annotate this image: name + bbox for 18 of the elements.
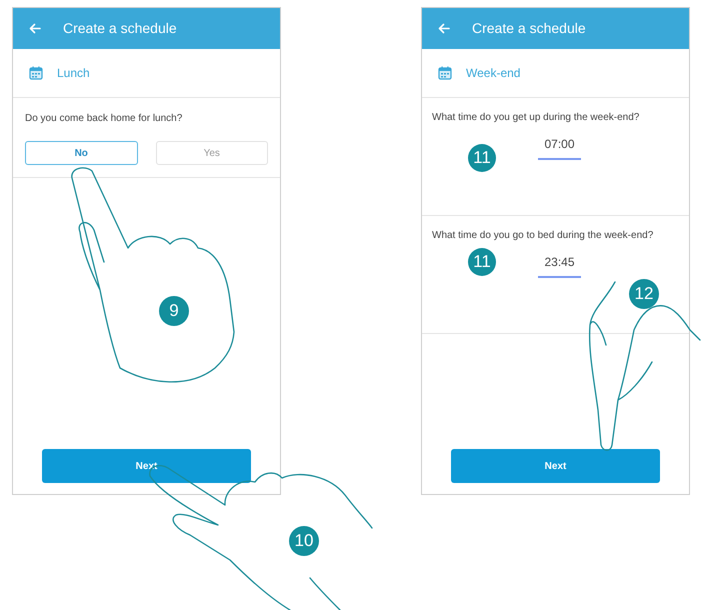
screen-title: Create a schedule [63, 19, 177, 38]
screen-title: Create a schedule [472, 19, 586, 38]
time-field[interactable]: 23:45 [538, 253, 581, 278]
question-text: What time do you go to bed during the week-end? [432, 229, 654, 243]
next-button[interactable]: Next [451, 449, 660, 483]
back-arrow-icon[interactable] [29, 23, 41, 34]
next-button[interactable]: Next [42, 449, 251, 483]
option-button[interactable]: No [25, 141, 138, 165]
calendar-icon [29, 66, 43, 80]
option-button[interactable]: Yes [156, 141, 268, 165]
question-text: What time do you get up during the week-end? [432, 111, 640, 125]
section-title: Week-end [466, 65, 520, 82]
time-field[interactable]: 07:00 [538, 135, 581, 160]
back-arrow-icon[interactable] [438, 23, 450, 34]
calendar-icon [438, 66, 452, 80]
step-badge: 10 [289, 526, 319, 556]
question-text: Do you come back home for lunch? [25, 112, 184, 126]
section-title: Lunch [57, 65, 90, 82]
